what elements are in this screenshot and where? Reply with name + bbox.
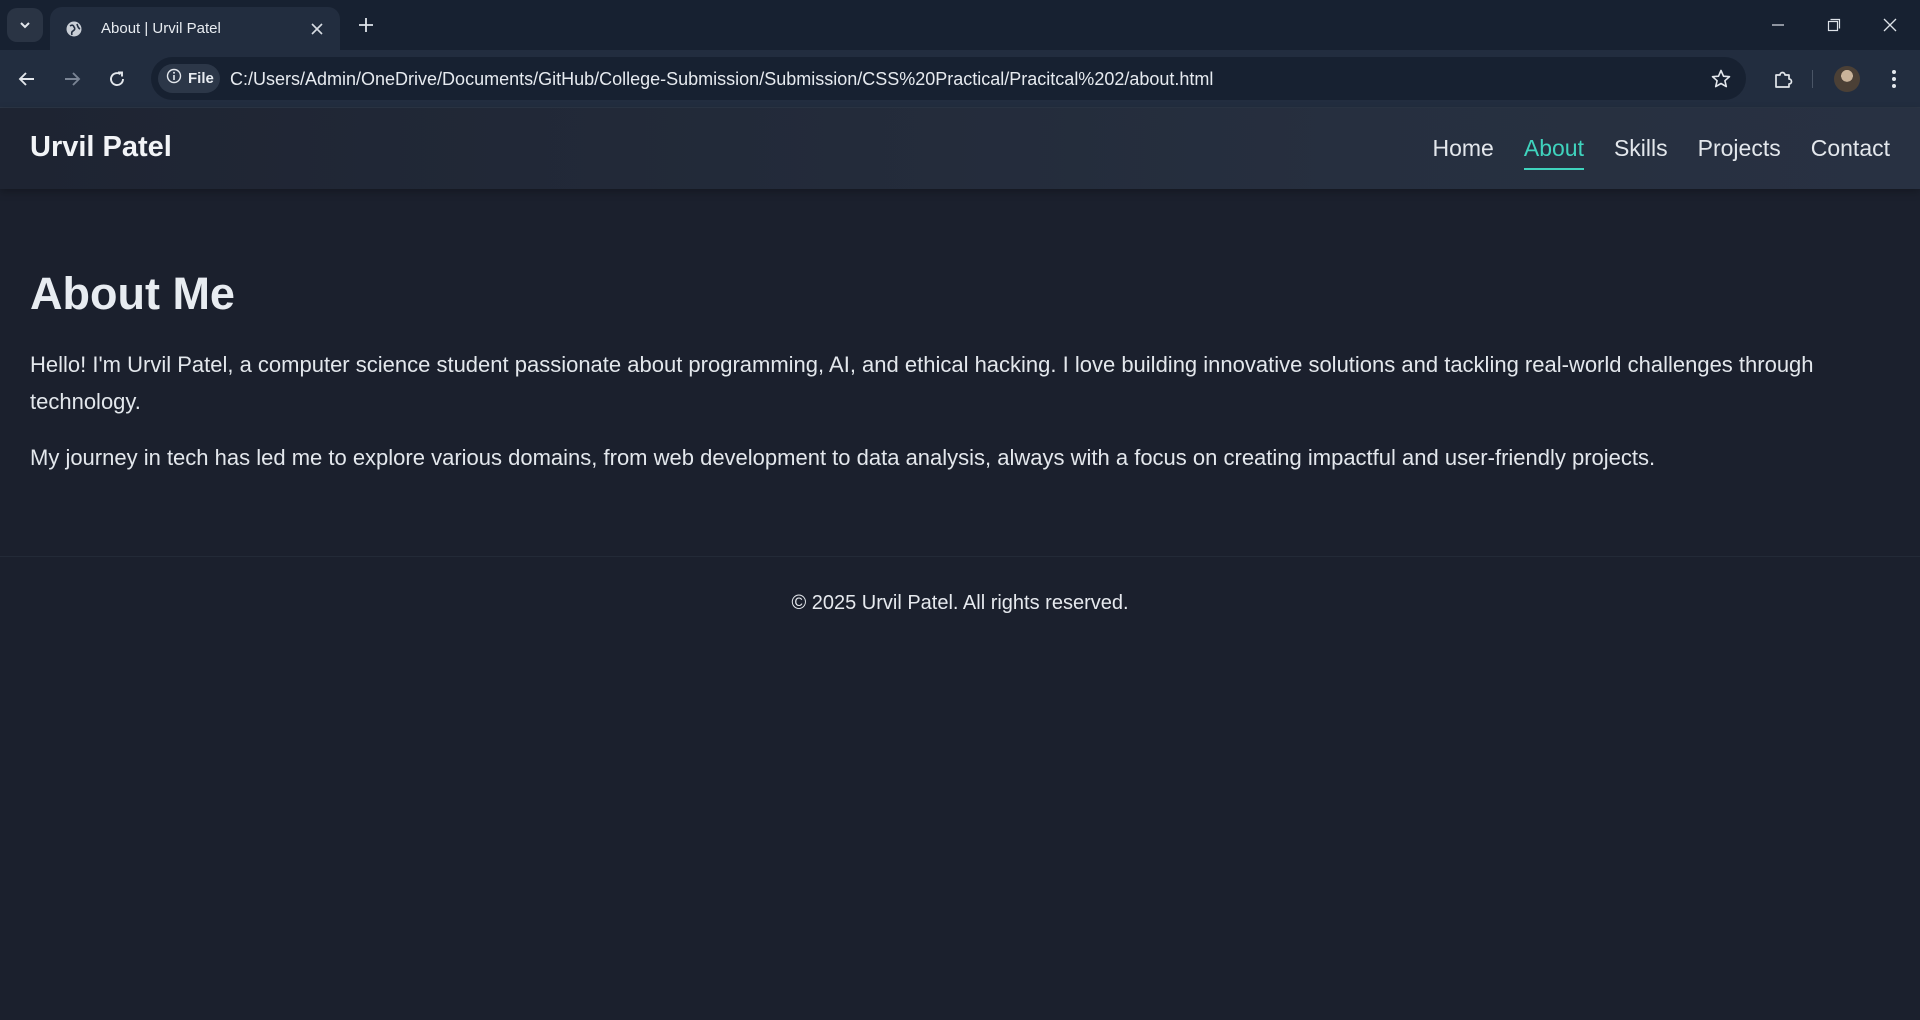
reload-icon[interactable] [101,63,133,95]
address-bar[interactable]: File C:/Users/Admin/OneDrive/Documents/G… [151,57,1746,100]
globe-icon [64,19,84,39]
tab-title: About | Urvil Patel [101,20,221,37]
url-text[interactable]: C:/Users/Admin/OneDrive/Documents/GitHub… [230,69,1213,90]
restore-icon[interactable] [1806,0,1862,50]
new-tab-icon[interactable] [352,11,380,39]
more-icon[interactable] [1878,63,1910,95]
extensions-icon[interactable] [1767,63,1799,95]
page-title: About Me [30,268,235,319]
star-icon[interactable] [1710,68,1732,90]
about-section: About Me Hello! I'm Urvil Patel, a compu… [30,264,1890,476]
active-tab[interactable]: About | Urvil Patel [50,7,340,50]
tab-strip: About | Urvil Patel [0,0,1920,50]
browser-toolbar: File C:/Users/Admin/OneDrive/Documents/G… [0,50,1920,108]
site-info-chip[interactable]: File [158,64,220,93]
close-icon[interactable] [306,18,328,40]
back-icon[interactable] [11,63,43,95]
about-paragraph-1: Hello! I'm Urvil Patel, a computer scien… [30,352,1814,414]
info-icon [166,68,182,89]
nav-link-about[interactable]: About [1523,135,1585,170]
toolbar-divider [1812,70,1813,88]
window-close-icon[interactable] [1862,0,1918,50]
nav-link-home[interactable]: Home [1433,135,1494,170]
about-paragraph-2: My journey in tech has led me to explore… [30,445,1656,470]
minimize-icon[interactable] [1750,0,1806,50]
nav-link-projects[interactable]: Projects [1698,135,1781,170]
footer-copyright: © 2025 Urvil Patel. All rights reserved. [791,592,1129,614]
site-navbar: Urvil Patel Home About Skills Projects C… [0,108,1920,189]
forward-icon[interactable] [56,63,88,95]
avatar[interactable] [1834,66,1860,92]
nav-link-skills[interactable]: Skills [1614,135,1668,170]
nav-link-contact[interactable]: Contact [1811,135,1890,170]
address-chip-label: File [188,70,214,87]
nav-links: Home About Skills Projects Contact [1433,135,1890,170]
brand-logo-text[interactable]: Urvil Patel [30,131,172,164]
tab-search-icon[interactable] [7,8,43,42]
footer-divider [0,556,1920,557]
